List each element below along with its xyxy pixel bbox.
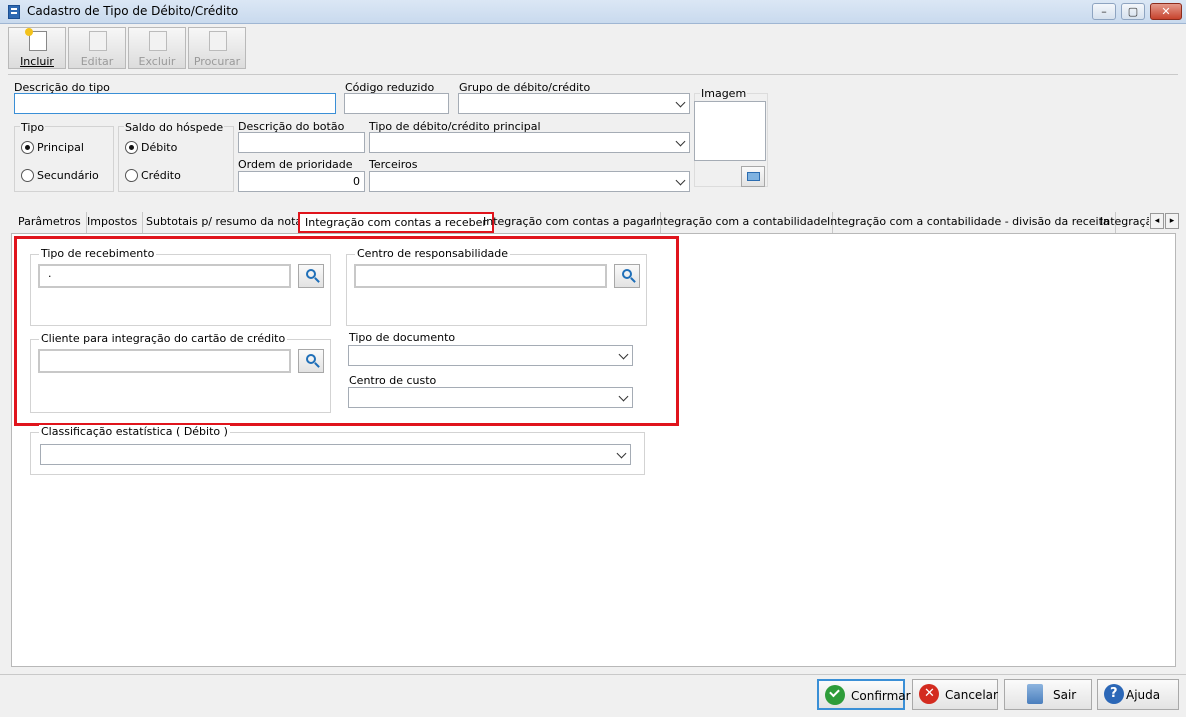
saldo-credito-radio[interactable] <box>125 169 138 182</box>
new-document-icon <box>25 28 47 51</box>
descricao-botao-input[interactable] <box>238 132 365 153</box>
tipo-secundario-radio[interactable] <box>21 169 34 182</box>
chevron-down-icon <box>676 98 686 108</box>
chevron-down-icon <box>676 176 686 186</box>
excluir-button[interactable]: Excluir <box>128 27 186 69</box>
exit-icon <box>1027 684 1043 704</box>
cancelar-button[interactable]: ✕ Cancelar <box>912 679 998 710</box>
close-button[interactable]: ✕ <box>1150 3 1182 20</box>
grupo-combo[interactable] <box>458 93 690 114</box>
incluir-button[interactable]: Incluir <box>8 27 66 69</box>
ajuda-button[interactable]: ? Ajuda <box>1097 679 1179 710</box>
sair-label: Sair <box>1053 688 1077 702</box>
ordem-input[interactable]: 0 <box>238 171 365 192</box>
tab-contabilidade-divisao[interactable]: Integração com a contabilidade - divisão… <box>822 212 1116 233</box>
sair-button[interactable]: Sair <box>1004 679 1092 710</box>
search-document-icon <box>209 31 227 51</box>
tab-integracao-more[interactable]: Integraçã <box>1095 212 1149 233</box>
tipo-secundario-label: Secundário <box>37 169 99 182</box>
help-icon: ? <box>1104 684 1124 704</box>
cancelar-label: Cancelar <box>945 688 998 702</box>
app-icon <box>8 5 20 19</box>
saldo-credito-label: Crédito <box>141 169 181 182</box>
tab-contas-receber[interactable]: Integração com contas a receber <box>298 212 494 233</box>
confirmar-button[interactable]: Confirmar <box>817 679 911 710</box>
edit-document-icon <box>89 31 107 51</box>
tab-parametros[interactable]: Parâmetros <box>13 212 87 233</box>
terceiros-combo[interactable] <box>369 171 690 192</box>
footer-separator <box>0 674 1186 675</box>
ordem-label: Ordem de prioridade <box>238 158 353 171</box>
highlight-frame <box>14 236 679 426</box>
confirmar-label: Confirmar <box>851 689 911 703</box>
terceiros-label: Terceiros <box>369 158 418 171</box>
title-bar: Cadastro de Tipo de Débito/Crédito – ▢ ✕ <box>0 0 1186 24</box>
imagem-preview[interactable] <box>694 101 766 161</box>
tipo-group <box>14 126 114 192</box>
minimize-button[interactable]: – <box>1092 3 1116 20</box>
editar-button[interactable]: Editar <box>68 27 126 69</box>
image-icon <box>747 172 760 181</box>
tab-impostos[interactable]: Impostos <box>82 212 144 233</box>
saldo-debito-label: Débito <box>141 141 178 154</box>
saldo-debito-radio[interactable] <box>125 141 138 154</box>
tipo-principal-combo[interactable] <box>369 132 690 153</box>
saldo-label: Saldo do hóspede <box>124 121 225 134</box>
tab-prev-button[interactable]: ◂ <box>1150 213 1164 229</box>
tab-subtotais[interactable]: Subtotais p/ resumo da nota <box>141 212 309 233</box>
tipo-label: Tipo <box>20 121 46 134</box>
tab-contas-pagar[interactable]: Integração com contas a pagar <box>478 212 661 233</box>
saldo-group <box>118 126 234 192</box>
window-title: Cadastro de Tipo de Débito/Crédito <box>27 4 239 18</box>
descricao-input[interactable] <box>14 93 336 114</box>
chevron-down-icon <box>617 449 627 459</box>
separator <box>8 74 1178 75</box>
imagem-label: Imagem <box>700 87 748 100</box>
maximize-button[interactable]: ▢ <box>1121 3 1145 20</box>
procurar-label: Procurar <box>193 55 241 68</box>
editar-label: Editar <box>80 55 114 68</box>
incluir-label: Incluir <box>20 55 54 68</box>
tab-next-button[interactable]: ▸ <box>1165 213 1179 229</box>
tab-contabilidade[interactable]: Integração com a contabilidade <box>648 212 834 233</box>
classificacao-combo[interactable] <box>40 444 631 465</box>
tipo-principal-radio[interactable] <box>21 141 34 154</box>
codigo-input[interactable] <box>344 93 449 114</box>
delete-document-icon <box>149 31 167 51</box>
classificacao-label: Classificação estatística ( Débito ) <box>39 425 230 438</box>
chevron-down-icon <box>676 137 686 147</box>
imagem-button[interactable] <box>741 166 765 187</box>
excluir-label: Excluir <box>138 55 176 68</box>
ajuda-label: Ajuda <box>1126 688 1161 702</box>
procurar-button[interactable]: Procurar <box>188 27 246 69</box>
check-icon <box>825 685 845 705</box>
cancel-icon: ✕ <box>919 684 939 704</box>
tipo-principal-label: Principal <box>37 141 84 154</box>
